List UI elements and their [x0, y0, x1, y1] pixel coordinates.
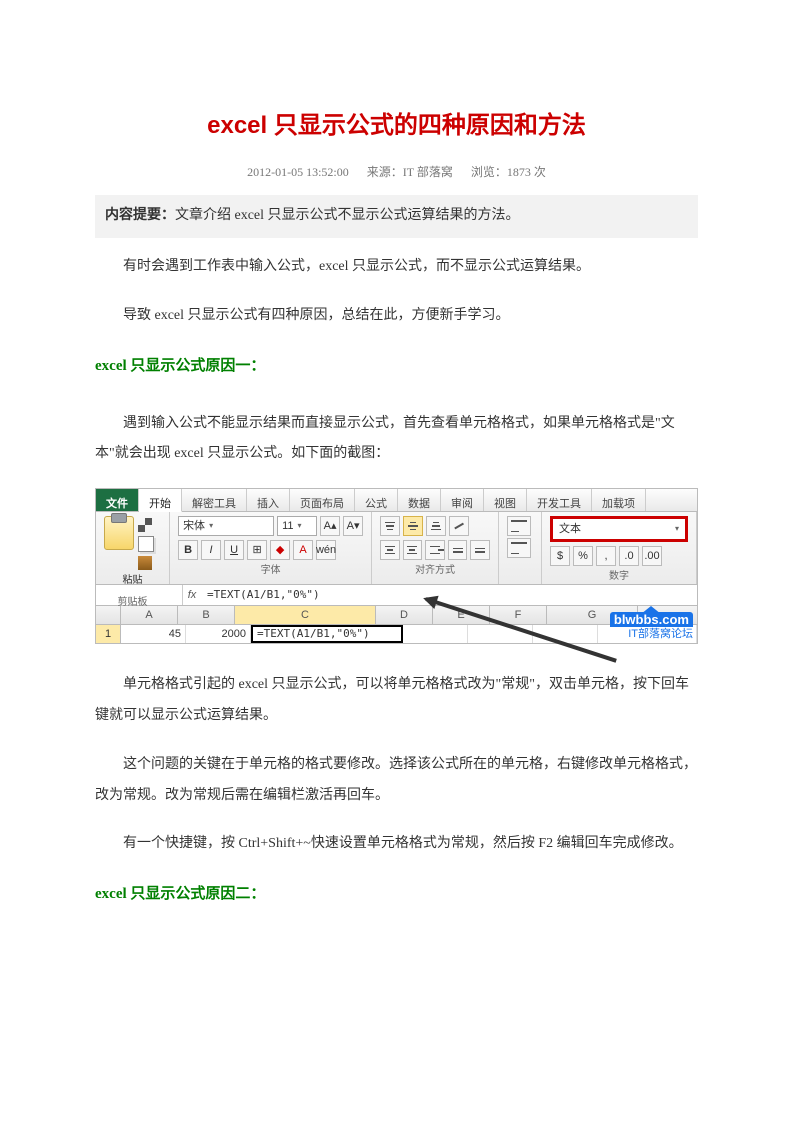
row-header-1[interactable]: 1: [96, 625, 121, 643]
cell-A1[interactable]: 45: [121, 625, 186, 643]
italic-button[interactable]: I: [201, 540, 221, 560]
meta-views-label: 浏览：: [471, 165, 507, 179]
meta-views: 1873 次: [507, 165, 546, 179]
merge-center-icon[interactable]: [507, 538, 531, 558]
align-middle-icon[interactable]: [403, 516, 423, 536]
group-label-number: 数字: [550, 566, 688, 588]
group-label-font: 字体: [178, 560, 363, 582]
group-wrap: [499, 512, 542, 584]
meta-source-label: 来源：: [367, 165, 403, 179]
intro-paragraph: 有时会遇到工作表中输入公式，excel 只显示公式，而不显示公式运算结果。: [95, 252, 698, 283]
percent-icon[interactable]: %: [573, 546, 593, 566]
tab-formula[interactable]: 公式: [355, 489, 398, 511]
formula-bar: fx =TEXT(A1/B1,"0%"): [96, 585, 697, 606]
increase-font-icon[interactable]: A▴: [320, 516, 340, 536]
indent-increase-icon[interactable]: [470, 540, 490, 560]
tab-data[interactable]: 数据: [398, 489, 441, 511]
tab-layout[interactable]: 页面布局: [290, 489, 355, 511]
border-button[interactable]: ⊞: [247, 540, 267, 560]
tab-addin[interactable]: 加载项: [592, 489, 646, 511]
summary-label: 内容提要：: [105, 208, 175, 223]
tab-review[interactable]: 审阅: [441, 489, 484, 511]
font-name-dropdown[interactable]: 宋体▾: [178, 516, 274, 536]
font-size-dropdown[interactable]: 11▾: [277, 516, 317, 536]
paste-label: 粘贴: [104, 570, 161, 592]
number-format-dropdown[interactable]: 文本▾: [550, 516, 688, 542]
align-right-icon[interactable]: [425, 540, 445, 560]
excel-screenshot: 文件 开始 解密工具 插入 页面布局 公式 数据 审阅 视图 开发工具 加载项: [95, 488, 698, 644]
orientation-icon[interactable]: [449, 516, 469, 536]
meta-datetime: 2012-01-05 13:52:00: [247, 165, 349, 179]
section-1-p1: 遇到输入公式不能显示结果而直接显示公式，首先查看单元格格式，如果单元格格式是"文…: [95, 409, 698, 471]
cell-D1[interactable]: [403, 625, 468, 643]
tab-home[interactable]: 开始: [139, 489, 182, 512]
font-color-button[interactable]: A: [293, 540, 313, 560]
format-painter-icon[interactable]: [138, 556, 152, 570]
meta-source: IT 部落窝: [403, 165, 453, 179]
document-page: excel 只显示公式的四种原因和方法 2012-01-05 13:52:00 …: [0, 0, 793, 1122]
col-D[interactable]: D: [376, 606, 433, 624]
watermark: blwbbs.com IT部落窝论坛: [610, 606, 693, 641]
ribbon: 粘贴 剪贴板 宋体▾ 11▾ A▴ A▾ B I U ⊞ ◆ A wén: [96, 512, 697, 585]
section-1-p2: 单元格格式引起的 excel 只显示公式，可以将单元格格式改为"常规"，双击单元…: [95, 670, 698, 732]
align-left-icon[interactable]: [380, 540, 400, 560]
section-1-p4: 有一个快捷键，按 Ctrl+Shift+~快速设置单元格格式为常规，然后按 F2…: [95, 829, 698, 860]
currency-icon[interactable]: $: [550, 546, 570, 566]
decrease-decimal-icon[interactable]: .00: [642, 546, 662, 566]
group-label-alignment: 对齐方式: [380, 560, 490, 582]
copy-icon[interactable]: [138, 536, 154, 552]
summary-box: 内容提要：文章介绍 excel 只显示公式不显示公式运算结果的方法。: [95, 195, 698, 238]
cell-B1[interactable]: 2000: [186, 625, 251, 643]
fill-color-button[interactable]: ◆: [270, 540, 290, 560]
group-label-clipboard: 剪贴板: [104, 592, 161, 614]
cell-C1[interactable]: =TEXT(A1/B1,"0%"): [251, 625, 403, 643]
summary-text: 文章介绍 excel 只显示公式不显示公式运算结果的方法。: [175, 208, 520, 223]
tab-file[interactable]: 文件: [96, 489, 139, 511]
col-C[interactable]: C: [235, 606, 376, 624]
watermark-logo: blwbbs.com: [610, 612, 693, 628]
paste-button[interactable]: [104, 516, 134, 550]
group-clipboard: 粘贴 剪贴板: [96, 512, 170, 584]
bold-button[interactable]: B: [178, 540, 198, 560]
underline-button[interactable]: U: [224, 540, 244, 560]
tab-insert[interactable]: 插入: [247, 489, 290, 511]
cut-icon[interactable]: [138, 518, 152, 532]
wrap-text-icon[interactable]: [507, 516, 531, 536]
section-1-p3: 这个问题的关键在于单元格的格式要修改。选择该公式所在的单元格，右键修改单元格格式…: [95, 750, 698, 812]
column-headers: A B C D E F G: [96, 606, 697, 625]
group-number: 文本▾ $ % , .0 .00 数字: [542, 512, 697, 584]
page-title: excel 只显示公式的四种原因和方法: [95, 100, 698, 153]
fx-icon[interactable]: fx: [183, 583, 201, 607]
watermark-text: IT部落窝论坛: [628, 628, 693, 640]
indent-decrease-icon[interactable]: [448, 540, 468, 560]
col-B[interactable]: B: [178, 606, 235, 624]
group-alignment: 对齐方式: [372, 512, 499, 584]
align-center-icon[interactable]: [403, 540, 423, 560]
group-font: 宋体▾ 11▾ A▴ A▾ B I U ⊞ ◆ A wén 字体: [170, 512, 372, 584]
tab-dev[interactable]: 开发工具: [527, 489, 592, 511]
ribbon-tabs: 文件 开始 解密工具 插入 页面布局 公式 数据 审阅 视图 开发工具 加载项: [96, 489, 697, 512]
section-1-heading: excel 只显示公式原因一：: [95, 350, 698, 383]
align-bottom-icon[interactable]: [426, 516, 446, 536]
article-meta: 2012-01-05 13:52:00 来源：IT 部落窝 浏览：1873 次: [95, 159, 698, 185]
align-top-icon[interactable]: [380, 516, 400, 536]
phonetic-button[interactable]: wén: [316, 540, 336, 560]
section-2-heading: excel 只显示公式原因二：: [95, 878, 698, 911]
increase-decimal-icon[interactable]: .0: [619, 546, 639, 566]
row-1: 1 45 2000 =TEXT(A1/B1,"0%"): [96, 625, 697, 643]
tab-secure[interactable]: 解密工具: [182, 489, 247, 511]
tab-view[interactable]: 视图: [484, 489, 527, 511]
comma-icon[interactable]: ,: [596, 546, 616, 566]
lead-paragraph: 导致 excel 只显示公式有四种原因，总结在此，方便新手学习。: [95, 301, 698, 332]
decrease-font-icon[interactable]: A▾: [343, 516, 363, 536]
